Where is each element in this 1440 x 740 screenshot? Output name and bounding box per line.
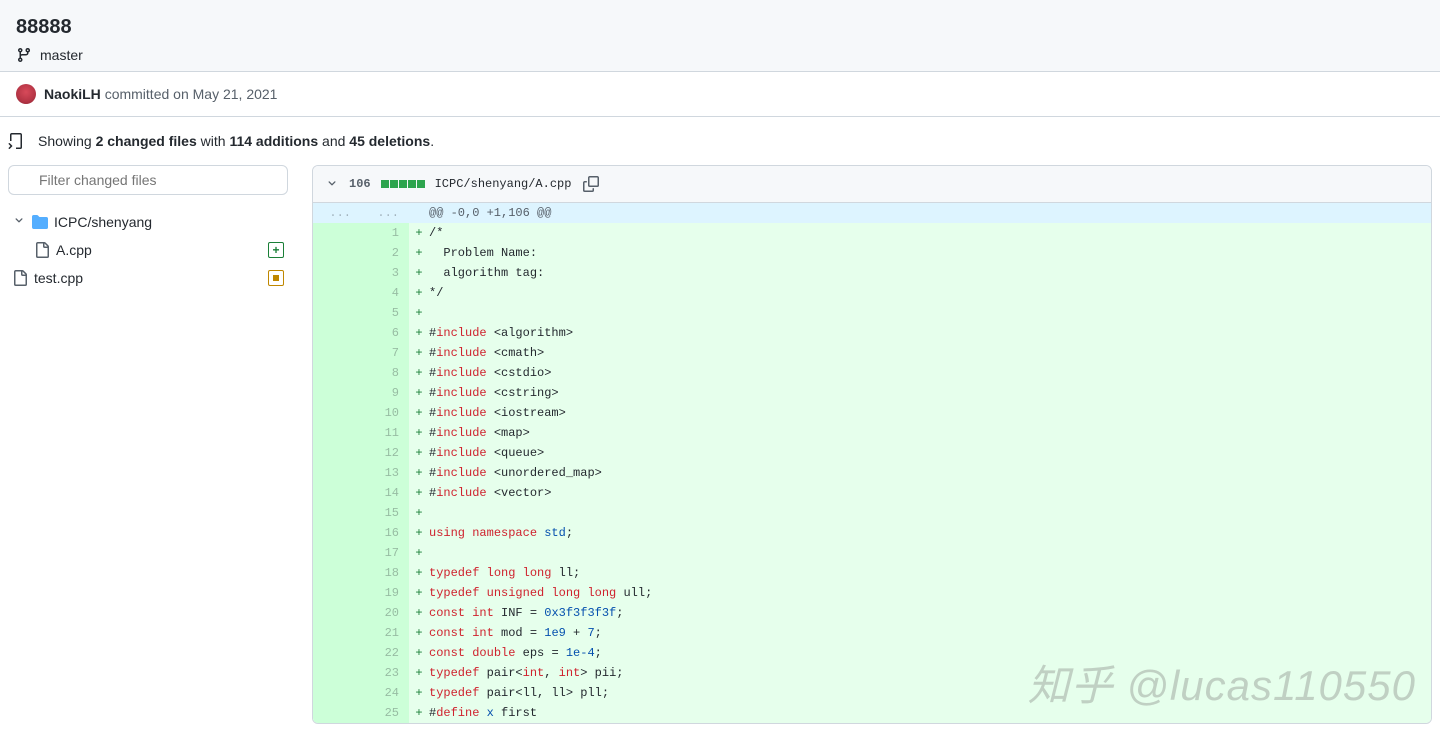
diff-stat-count: 106 [349,177,371,191]
chevron-down-icon [12,213,26,230]
file-icon [12,270,28,286]
diff-line: 17+ [313,543,1431,563]
file-tree-toggle-icon[interactable] [8,133,24,149]
tree-folder[interactable]: ICPC/shenyang [8,207,288,236]
branch-row: master [16,47,1424,63]
diff-line: 25+#define x first [313,703,1431,723]
diff-line: 5+ [313,303,1431,323]
diff-line: 10+#include <iostream> [313,403,1431,423]
diff-line: 15+ [313,503,1431,523]
diff-line: 21+const int mod = 1e9 + 7; [313,623,1431,643]
diff-panel: 106 ICPC/shenyang/A.cpp ... ... @@ -0,0 … [312,165,1432,724]
avatar[interactable] [16,84,36,104]
diff-line: 9+#include <cstring> [313,383,1431,403]
tree-file-label: A.cpp [56,242,262,258]
summary-text: Showing 2 changed files with 114 additio… [38,133,434,149]
diff-line: 19+typedef unsigned long long ull; [313,583,1431,603]
diff-line: 6+#include <algorithm> [313,323,1431,343]
tree-file-label: test.cpp [34,270,262,286]
diff-line: 2+ Problem Name: [313,243,1431,263]
status-added-icon: + [268,242,284,258]
author-name[interactable]: NaokiLH [44,86,101,102]
commit-title: 88888 [16,16,1424,39]
diff-line: 4+*/ [313,283,1431,303]
status-modified-icon [268,270,284,286]
copy-path-button[interactable] [581,174,601,194]
diff-line: 3+ algorithm tag: [313,263,1431,283]
diff-line: 11+#include <map> [313,423,1431,443]
diff-header: 106 ICPC/shenyang/A.cpp [313,166,1431,203]
diff-line: 1+/* [313,223,1431,243]
tree-folder-label: ICPC/shenyang [54,214,284,230]
branch-name[interactable]: master [40,47,83,63]
file-tree-sidebar: ICPC/shenyang A.cpp + test.cpp [8,165,288,724]
author-date-prefix: on [173,86,189,102]
summary-row: Showing 2 changed files with 114 additio… [0,117,1440,165]
author-date: May 21, 2021 [193,86,278,102]
commit-header: 88888 master [0,0,1440,72]
file-icon [34,242,50,258]
diff-line: 13+#include <unordered_map> [313,463,1431,483]
diff-line: 23+typedef pair<int, int> pii; [313,663,1431,683]
diff-line: 7+#include <cmath> [313,343,1431,363]
tree-file-test-cpp[interactable]: test.cpp [8,264,288,292]
filter-input[interactable] [8,165,288,195]
author-action: committed [105,86,170,102]
diff-file-path[interactable]: ICPC/shenyang/A.cpp [435,177,572,191]
diff-line: 8+#include <cstdio> [313,363,1431,383]
diff-stat-blocks [381,180,425,188]
folder-icon [32,214,48,230]
diff-line: 24+typedef pair<ll, ll> pll; [313,683,1431,703]
branch-icon [16,47,32,63]
diff-line: 18+typedef long long ll; [313,563,1431,583]
hunk-header: ... ... @@ -0,0 +1,106 @@ [313,203,1431,223]
author-row: NaokiLH committed on May 21, 2021 [0,72,1440,117]
chevron-down-icon[interactable] [325,176,339,193]
diff-line: 16+using namespace std; [313,523,1431,543]
diff-line: 14+#include <vector> [313,483,1431,503]
diff-body: ... ... @@ -0,0 +1,106 @@ 1+/*2+ Problem… [313,203,1431,723]
tree-file-a-cpp[interactable]: A.cpp + [8,236,288,264]
diff-line: 20+const int INF = 0x3f3f3f3f; [313,603,1431,623]
diff-line: 12+#include <queue> [313,443,1431,463]
diff-line: 22+const double eps = 1e-4; [313,643,1431,663]
